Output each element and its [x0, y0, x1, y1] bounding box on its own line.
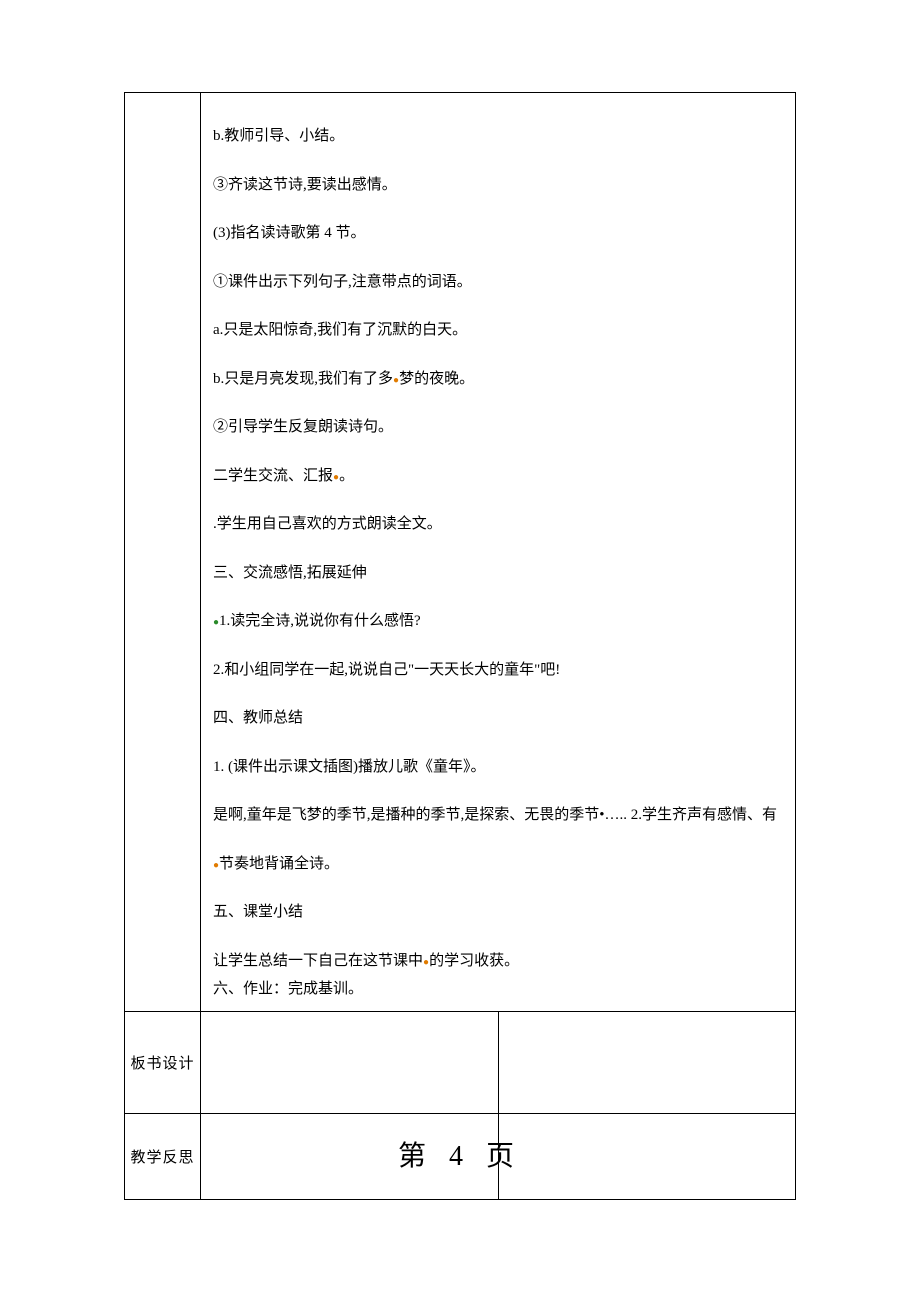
page-wrapper: b.教师引导、小结。 ③齐读这节诗,要读出感情。 (3)指名读诗歌第 4 节。 …: [0, 0, 920, 1200]
para-student-summary: 让学生总结一下自己在这节课中●的学习收获。: [213, 950, 783, 973]
text: 出示下列句子,注意带点的词语。: [258, 274, 472, 290]
text: 学生用自己喜欢的方式朗读全文。: [217, 516, 442, 532]
text: 梦的夜晚。: [399, 371, 474, 387]
para-childhood: 是啊,童年是飞梦的季节,是播种的季节,是探索、无畏的季节•….. 2.学生齐声有…: [213, 804, 783, 827]
para-play-song: 1. (课件出示课文插图)播放儿歌《童年》。: [213, 756, 783, 779]
main-table: b.教师引导、小结。 ③齐读这节诗,要读出感情。 (3)指名读诗歌第 4 节。 …: [124, 92, 796, 1200]
text: 节奏地背诵全诗。: [219, 856, 339, 872]
text: b.只是月亮发现,我们有了多: [213, 371, 393, 387]
para-q1: ●1.读完全诗,说说你有什么感悟?: [213, 610, 783, 633]
para-guide-read: ②引导学生反复朗读诗句。: [213, 416, 783, 439]
board-label-cell: 板书设计: [125, 1011, 201, 1113]
para-courseware: ①课件出示下列句子,注意带点的词语。: [213, 271, 783, 294]
para-b-teacher: b.教师引导、小结。: [213, 125, 783, 148]
para-moon: b.只是月亮发现,我们有了多●梦的夜晚。: [213, 368, 783, 391]
board-row: 板书设计: [125, 1011, 796, 1113]
text: ①: [213, 274, 228, 290]
board-label: 板书设计: [130, 1056, 194, 1072]
para-q2: 2.和小组同学在一起,说说自己"一天天长大的童年"吧!: [213, 659, 783, 682]
board-content-cell: [201, 1011, 499, 1113]
board-narrow-cell: [498, 1011, 796, 1113]
para-homework: 六、作业：完成基训。: [213, 978, 783, 1001]
text: 让学生总结一下自己在这节课中: [213, 953, 423, 969]
text: 的学习收获。: [429, 953, 519, 969]
content-row: b.教师引导、小结。 ③齐读这节诗,要读出感情。 (3)指名读诗歌第 4 节。 …: [125, 93, 796, 1012]
content-label-cell: [125, 93, 201, 1012]
para-section4: (3)指名读诗歌第 4 节。: [213, 222, 783, 245]
para-read-full: .学生用自己喜欢的方式朗读全文。: [213, 513, 783, 536]
para-summary-head: 四、教师总结: [213, 707, 783, 730]
para-section3: 三、交流感悟,拓展延伸: [213, 562, 783, 585]
page-number: 第 4 页: [0, 1134, 920, 1174]
para-sun: a.只是太阳惊奇,我们有了沉默的白天。: [213, 319, 783, 342]
para-read-aloud: ③齐读这节诗,要读出感情。: [213, 174, 783, 197]
content-cell: b.教师引导、小结。 ③齐读这节诗,要读出感情。 (3)指名读诗歌第 4 节。 …: [201, 93, 796, 1012]
para-class-summary: 五、课堂小结: [213, 901, 783, 924]
text: 1.读完全诗,说说你有什么感悟?: [219, 613, 421, 629]
para-exchange: 二学生交流、汇报●。: [213, 465, 783, 488]
text: 二学生交流、汇报: [213, 468, 333, 484]
text: 。: [339, 468, 354, 484]
keyword-courseware: 课件: [228, 274, 258, 290]
para-recite: ●节奏地背诵全诗。: [213, 853, 783, 876]
